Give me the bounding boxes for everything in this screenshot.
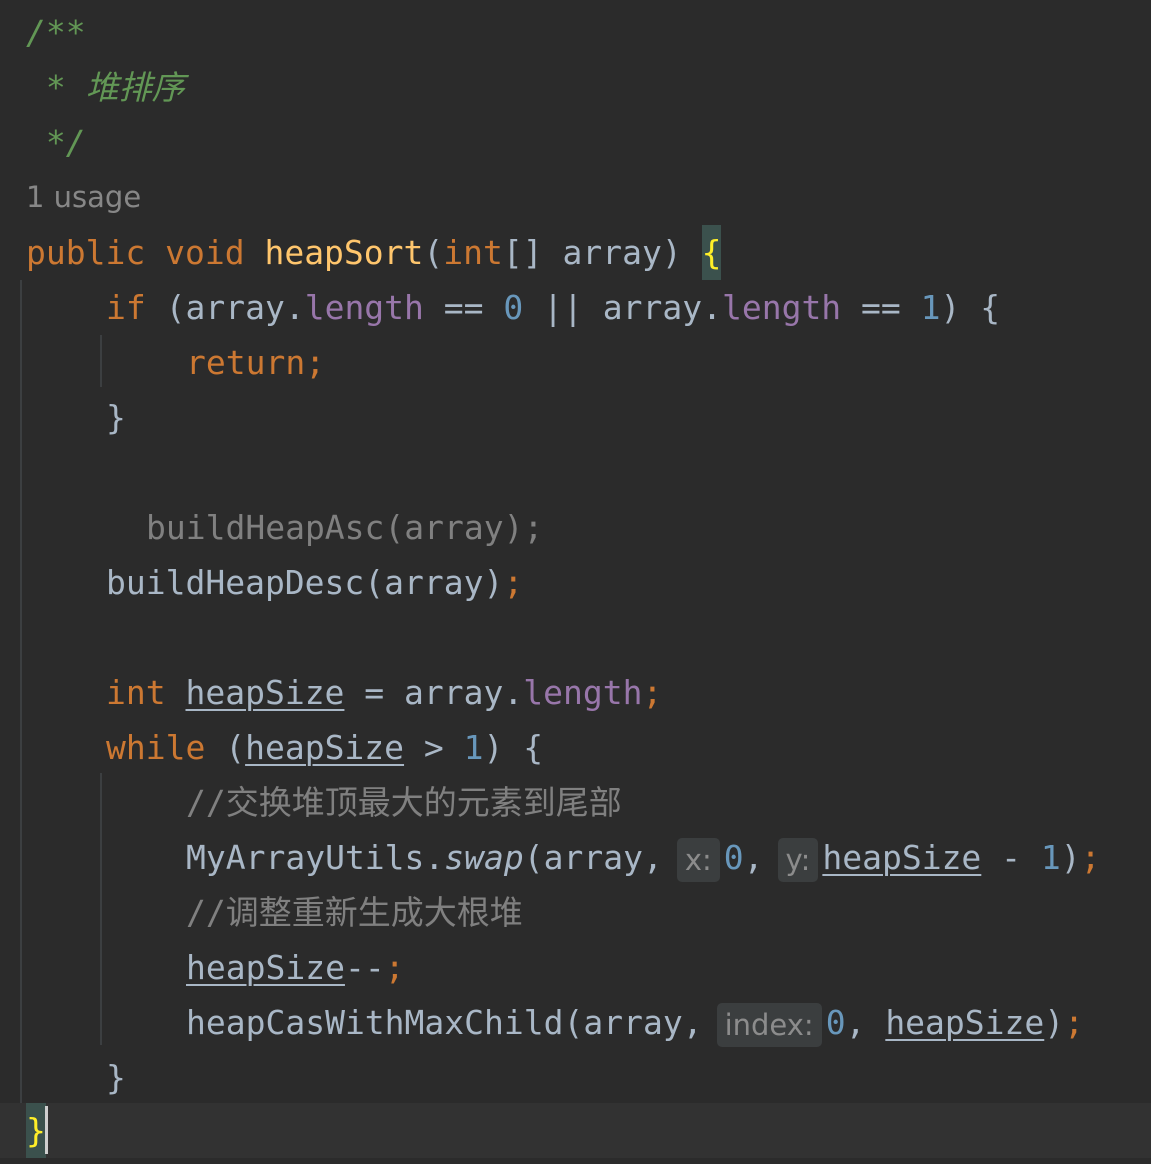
keyword-public: public (26, 233, 146, 272)
semicolon: ; (503, 563, 524, 602)
number-literal: 1 (463, 728, 484, 767)
code-text: -- (344, 948, 385, 987)
code-text: heapCasWithMaxChild(array, (186, 1003, 703, 1042)
method-close-line: } (26, 1103, 46, 1158)
method-name[interactable]: heapSort (264, 233, 423, 272)
keyword-void: void (165, 233, 245, 272)
keyword-int: int (106, 673, 166, 712)
field-length: length (721, 288, 842, 327)
swap-call: MyArrayUtils.swap(array, x: 0, y: heapSize -… (186, 830, 1101, 885)
indent-guide-while (100, 773, 102, 1045)
code-text: || array. (523, 288, 722, 327)
code-text: ) (1060, 838, 1081, 877)
while-close-brace: } (106, 1058, 126, 1097)
variable-heapsize[interactable]: heapSize (885, 1003, 1044, 1042)
keyword-while: while (106, 728, 206, 767)
indent-guide-if (100, 335, 102, 387)
number-literal: 1 (1040, 838, 1061, 877)
code-text: ) (1044, 1003, 1065, 1042)
sig-paren: ( (423, 233, 444, 272)
build-heap-desc-call: buildHeapDesc(array); (106, 555, 523, 610)
code-text: , (743, 838, 764, 877)
matched-open-brace: { (701, 225, 722, 280)
semicolon: ; (642, 673, 663, 712)
return-statement: return; (186, 335, 325, 390)
doc-comment-open: /** (26, 13, 86, 52)
number-literal: 0 (503, 288, 524, 327)
code-text: - (981, 838, 1041, 877)
code-text: , (845, 1003, 866, 1042)
method-signature: public void heapSort(int[] array) { (26, 225, 722, 280)
code-text: ) { (483, 728, 544, 767)
sig-param: [] array) (502, 233, 702, 272)
comment-swap: //交换堆顶最大的元素到尾部 (186, 783, 622, 822)
method-swap[interactable]: swap (444, 838, 523, 877)
heapsize-decrement: heapSize--; (186, 940, 405, 995)
code-text: == (841, 288, 921, 327)
code-text: MyArrayUtils. (186, 838, 445, 877)
heapsize-declaration: int heapSize = array.length; (106, 665, 662, 720)
text-caret (45, 1106, 48, 1154)
semicolon: ; (384, 948, 405, 987)
code-text: ) { (940, 288, 1001, 327)
semicolon: ; (1064, 1003, 1085, 1042)
indent-guide-method (20, 280, 22, 1103)
param-hint-index: index: (716, 1002, 822, 1047)
param-hint-y: y: (777, 837, 819, 882)
if-close-brace: } (106, 398, 126, 437)
usage-hint[interactable]: 1 usage (26, 170, 141, 225)
field-length: length (304, 288, 424, 327)
code-text: (array. (145, 288, 305, 327)
code-text: (array, (523, 838, 663, 877)
commented-call: buildHeapAsc(array); (146, 508, 544, 547)
semicolon: ; (305, 343, 326, 382)
keyword-return: return (186, 343, 306, 382)
heap-cas-call: heapCasWithMaxChild(array, index: 0, heapS… (186, 995, 1084, 1050)
keyword-int: int (443, 233, 503, 272)
code-text: ( (205, 728, 246, 767)
comment-adjust: //调整重新生成大根堆 (186, 893, 523, 932)
keyword-if: if (106, 288, 146, 327)
number-literal: 1 (920, 288, 941, 327)
code-text: == (423, 288, 504, 327)
doc-comment-close: */ (26, 123, 86, 162)
code-text: buildHeapDesc(array) (106, 563, 504, 602)
while-statement: while (heapSize > 1) { (106, 720, 543, 775)
code-text: > (404, 728, 464, 767)
variable-heapsize[interactable]: heapSize (245, 728, 404, 767)
number-literal: 0 (723, 838, 744, 877)
semicolon: ; (1080, 838, 1101, 877)
code-text: = array. (344, 673, 524, 712)
variable-heapsize[interactable]: heapSize (185, 673, 344, 712)
doc-comment-text: * 堆排序 (26, 68, 185, 107)
current-line-highlight (0, 1103, 1151, 1158)
number-literal: 0 (825, 1003, 846, 1042)
param-hint-x: x: (676, 837, 720, 882)
variable-heapsize[interactable]: heapSize (186, 948, 345, 987)
variable-heapsize[interactable]: heapSize (822, 838, 981, 877)
field-length: length (523, 673, 643, 712)
matched-close-brace: } (26, 1103, 46, 1158)
if-statement: if (array.length == 0 || array.length ==… (106, 280, 1000, 335)
